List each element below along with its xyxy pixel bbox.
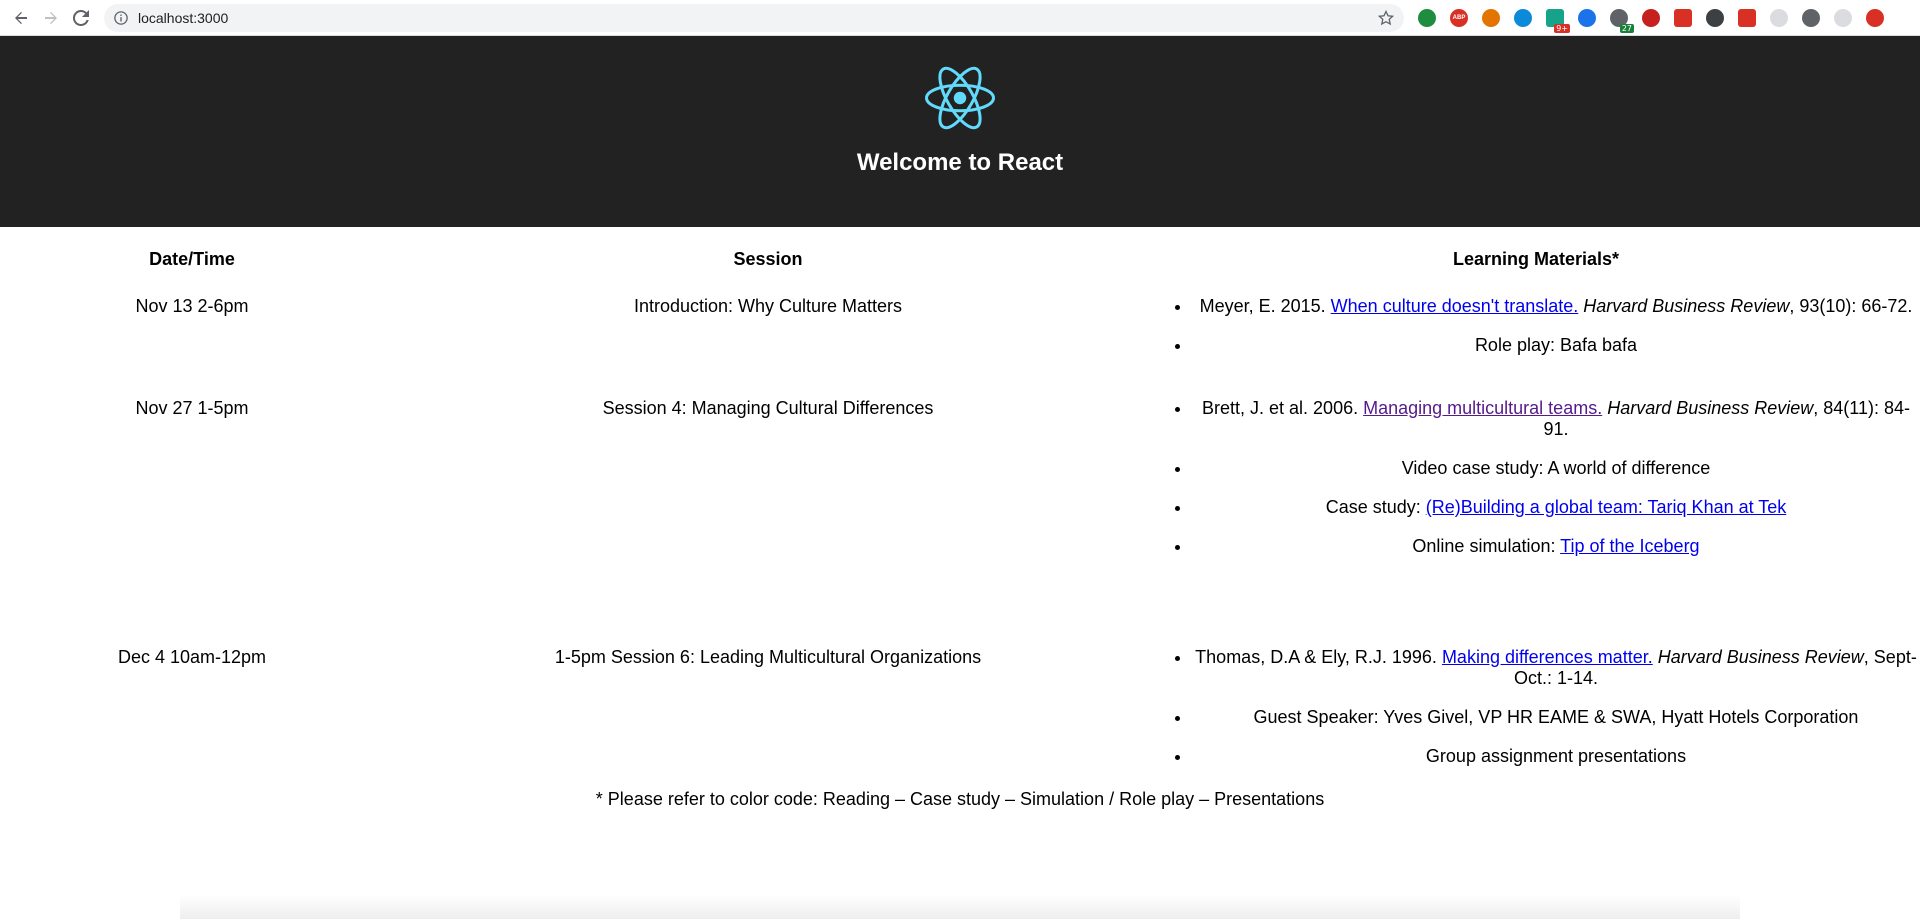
list-item: Video case study: A world of difference: [1192, 458, 1920, 479]
material-link[interactable]: Making differences matter.: [1442, 647, 1653, 667]
journal-name: Harvard Business Review: [1602, 398, 1814, 418]
citation-detail: , 93(10): 66-72.: [1789, 296, 1913, 316]
alert-icon[interactable]: [1866, 8, 1884, 27]
arrow-right-icon: [45, 11, 57, 24]
list-item: Role play: Bafa bafa: [1192, 335, 1920, 356]
cell-materials: Meyer, E. 2015. When culture doesn't tra…: [1152, 284, 1920, 356]
browser-toolbar: localhost:3000 ABP 9+ 27: [0, 0, 1920, 36]
app-header: Welcome to React: [0, 36, 1920, 227]
cell-date: Nov 13 2-6pm: [135, 296, 249, 316]
bookmark-star-icon[interactable]: [1378, 9, 1394, 26]
spacer-cell: [0, 356, 1920, 386]
footnote: * Please refer to color code: Reading – …: [595, 789, 1325, 809]
cell-date: Dec 4 10am-12pm: [117, 647, 267, 667]
gray-circle-icon[interactable]: [1770, 8, 1788, 27]
material-text: Video case study: A world of difference: [1401, 458, 1711, 478]
material-text: Thomas, D.A & Ely, R.J. 1996.: [1195, 647, 1442, 667]
header-session: Session: [733, 249, 803, 269]
cast-icon[interactable]: [1802, 8, 1820, 27]
row-spacer: [0, 557, 1920, 635]
address-bar[interactable]: localhost:3000: [104, 3, 1404, 32]
extension-badge: 27: [1619, 23, 1634, 33]
material-text: Online simulation:: [1412, 536, 1561, 556]
green-leaf-icon[interactable]: [1418, 8, 1436, 27]
table-row: Nov 13 2-6pm Introduction: Why Culture Ma…: [0, 284, 1920, 356]
forward-button[interactable]: [38, 5, 64, 31]
cell-session: 1-5pm Session 6: Leading Multicultural O…: [554, 647, 982, 667]
chrome-color-icon[interactable]: [1482, 8, 1500, 27]
table-header-row: Date/Time Session Learning Materials*: [0, 243, 1920, 284]
material-link[interactable]: Managing multicultural teams.: [1363, 398, 1602, 418]
table-row: Nov 27 1-5pm Session 4: Managing Cultural…: [0, 386, 1920, 557]
material-text: Brett, J. et al. 2006.: [1202, 398, 1364, 418]
url-text[interactable]: localhost:3000: [138, 10, 1378, 26]
table-row: Dec 4 10am-12pm 1-5pm Session 6: Leading …: [0, 635, 1920, 767]
journal-name: Harvard Business Review: [1652, 647, 1864, 667]
moon-icon[interactable]: [1706, 8, 1724, 27]
react-logo-icon: [925, 66, 995, 130]
pig-icon[interactable]: [1642, 8, 1660, 27]
journal-name: Harvard Business Review: [1578, 296, 1790, 316]
person-icon[interactable]: 27: [1610, 8, 1634, 33]
header-materials: Learning Materials*: [1452, 249, 1620, 269]
header-date: Date/Time: [149, 249, 235, 269]
material-link[interactable]: Tip of the Iceberg: [1560, 536, 1699, 556]
table-body: Nov 13 2-6pm Introduction: Why Culture Ma…: [0, 284, 1920, 767]
list-item: Group assignment presentations: [1192, 746, 1920, 767]
globe-icon[interactable]: [1578, 8, 1596, 27]
material-link[interactable]: (Re)Building a global team: Tariq Khan a…: [1426, 497, 1787, 517]
cell-session: Introduction: Why Culture Matters: [633, 296, 903, 316]
list-item: Brett, J. et al. 2006. Managing multicul…: [1192, 398, 1920, 440]
row-spacer: [0, 356, 1920, 386]
list-item: Meyer, E. 2015. When culture doesn't tra…: [1192, 296, 1920, 317]
schedule-table: Date/Time Session Learning Materials* No…: [0, 243, 1920, 767]
material-text: Case study:: [1325, 497, 1426, 517]
grammar-icon[interactable]: 9+: [1546, 8, 1570, 33]
page-title: Welcome to React: [856, 149, 1064, 176]
reload-icon: [73, 9, 89, 26]
material-text: Guest Speaker: Yves Givel, VP HR EAME & …: [1253, 707, 1859, 727]
extensions-area: ABP 9+ 27: [1418, 8, 1898, 33]
profile-icon[interactable]: [1834, 8, 1852, 27]
material-text: Meyer, E. 2015.: [1199, 296, 1331, 316]
red-square-icon[interactable]: [1738, 8, 1756, 27]
cell-materials: Brett, J. et al. 2006. Managing multicul…: [1152, 386, 1920, 557]
materials-list: Brett, J. et al. 2006. Managing multicul…: [1152, 398, 1920, 557]
material-text: Role play: Bafa bafa: [1474, 335, 1638, 355]
bottom-shadow: [180, 895, 1740, 919]
info-icon[interactable]: [114, 10, 128, 25]
materials-list: Meyer, E. 2015. When culture doesn't tra…: [1152, 296, 1920, 356]
spacer-cell: [0, 557, 1920, 635]
list-item: Case study: (Re)Building a global team: …: [1192, 497, 1920, 518]
mm-icon[interactable]: [1674, 8, 1692, 27]
cell-date: Nov 27 1-5pm: [135, 398, 249, 418]
back-button[interactable]: [8, 5, 34, 31]
materials-list: Thomas, D.A & Ely, R.J. 1996. Making dif…: [1152, 647, 1920, 767]
cell-materials: Thomas, D.A & Ely, R.J. 1996. Making dif…: [1152, 635, 1920, 767]
cell-session: Session 4: Managing Cultural Differences: [602, 398, 934, 418]
list-item: Guest Speaker: Yves Givel, VP HR EAME & …: [1192, 707, 1920, 728]
ring-icon[interactable]: [1514, 8, 1532, 27]
list-item: Online simulation: Tip of the Iceberg: [1192, 536, 1920, 557]
adblock-icon[interactable]: ABP: [1450, 8, 1468, 27]
reload-button[interactable]: [68, 5, 94, 31]
list-item: Thomas, D.A & Ely, R.J. 1996. Making dif…: [1192, 647, 1920, 689]
arrow-left-icon: [15, 11, 27, 24]
material-text: Group assignment presentations: [1425, 746, 1687, 766]
material-link[interactable]: When culture doesn't translate.: [1331, 296, 1579, 316]
extension-badge: 9+: [1554, 23, 1570, 33]
